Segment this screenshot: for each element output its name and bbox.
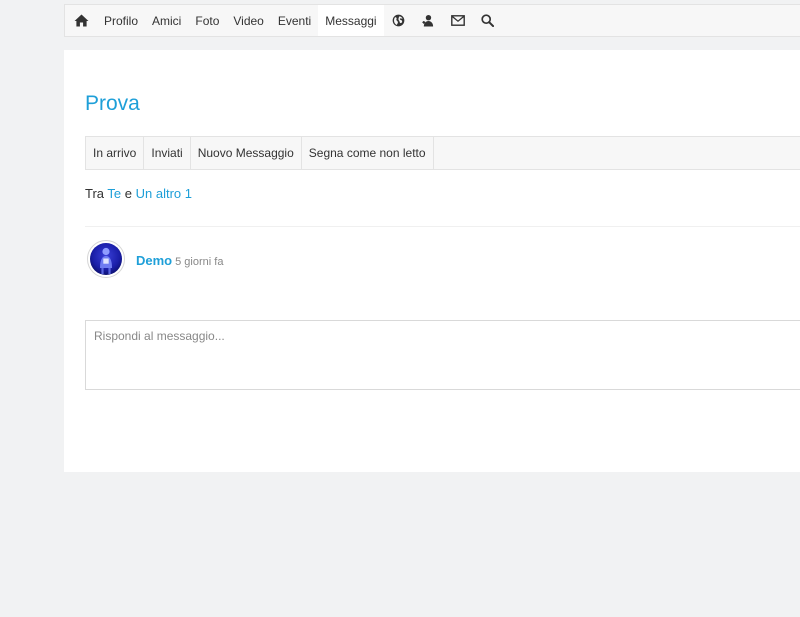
nav-eventi[interactable]: Eventi: [271, 5, 318, 36]
message-timestamp: 5 giorni fa: [175, 256, 224, 268]
nav-foto[interactable]: Foto: [188, 5, 226, 36]
home-icon: [74, 14, 89, 27]
messages-button[interactable]: [443, 5, 473, 36]
nav-messaggi[interactable]: Messaggi: [318, 5, 384, 36]
search-icon: [480, 14, 494, 27]
tab-nuovo-messaggio[interactable]: Nuovo Messaggio: [191, 137, 302, 169]
tab-inviati[interactable]: Inviati: [144, 137, 191, 169]
home-button[interactable]: [65, 5, 97, 36]
nav-video[interactable]: Video: [226, 5, 270, 36]
globe-icon: [392, 14, 404, 27]
avatar[interactable]: [87, 240, 125, 278]
tab-in-arrivo[interactable]: In arrivo: [86, 137, 145, 169]
nav-profilo[interactable]: Profilo: [97, 5, 145, 36]
mail-icon: [450, 15, 465, 26]
participant-link-other[interactable]: Un altro 1: [136, 186, 192, 201]
search-button[interactable]: [473, 5, 502, 36]
user-icon: [422, 15, 433, 27]
participants-conjunction: e: [124, 186, 133, 201]
globe-button[interactable]: [384, 5, 413, 36]
avatar-image: [90, 243, 122, 275]
reply-textarea[interactable]: [85, 320, 800, 390]
messages-subnav: In arrivo Inviati Nuovo Messaggio Segna …: [85, 136, 800, 170]
message-meta: Demo 5 giorni fa: [136, 253, 223, 270]
conversation-card: Prova In arrivo Inviati Nuovo Messaggio …: [64, 50, 800, 472]
participant-link-te[interactable]: Te: [107, 186, 121, 201]
participants-prefix: Tra: [85, 186, 105, 201]
participants-line: Tra Te e Un altro 1: [85, 185, 192, 203]
nav-amici[interactable]: Amici: [145, 5, 188, 36]
friend-requests-button[interactable]: [413, 5, 443, 36]
page-title: Prova: [85, 92, 140, 115]
top-toolbar: Profilo Amici Foto Video Eventi Messaggi: [64, 4, 800, 37]
tab-segna-come-non-letto[interactable]: Segna come non letto: [302, 137, 434, 169]
message-author[interactable]: Demo: [136, 253, 172, 268]
divider: [85, 226, 800, 227]
